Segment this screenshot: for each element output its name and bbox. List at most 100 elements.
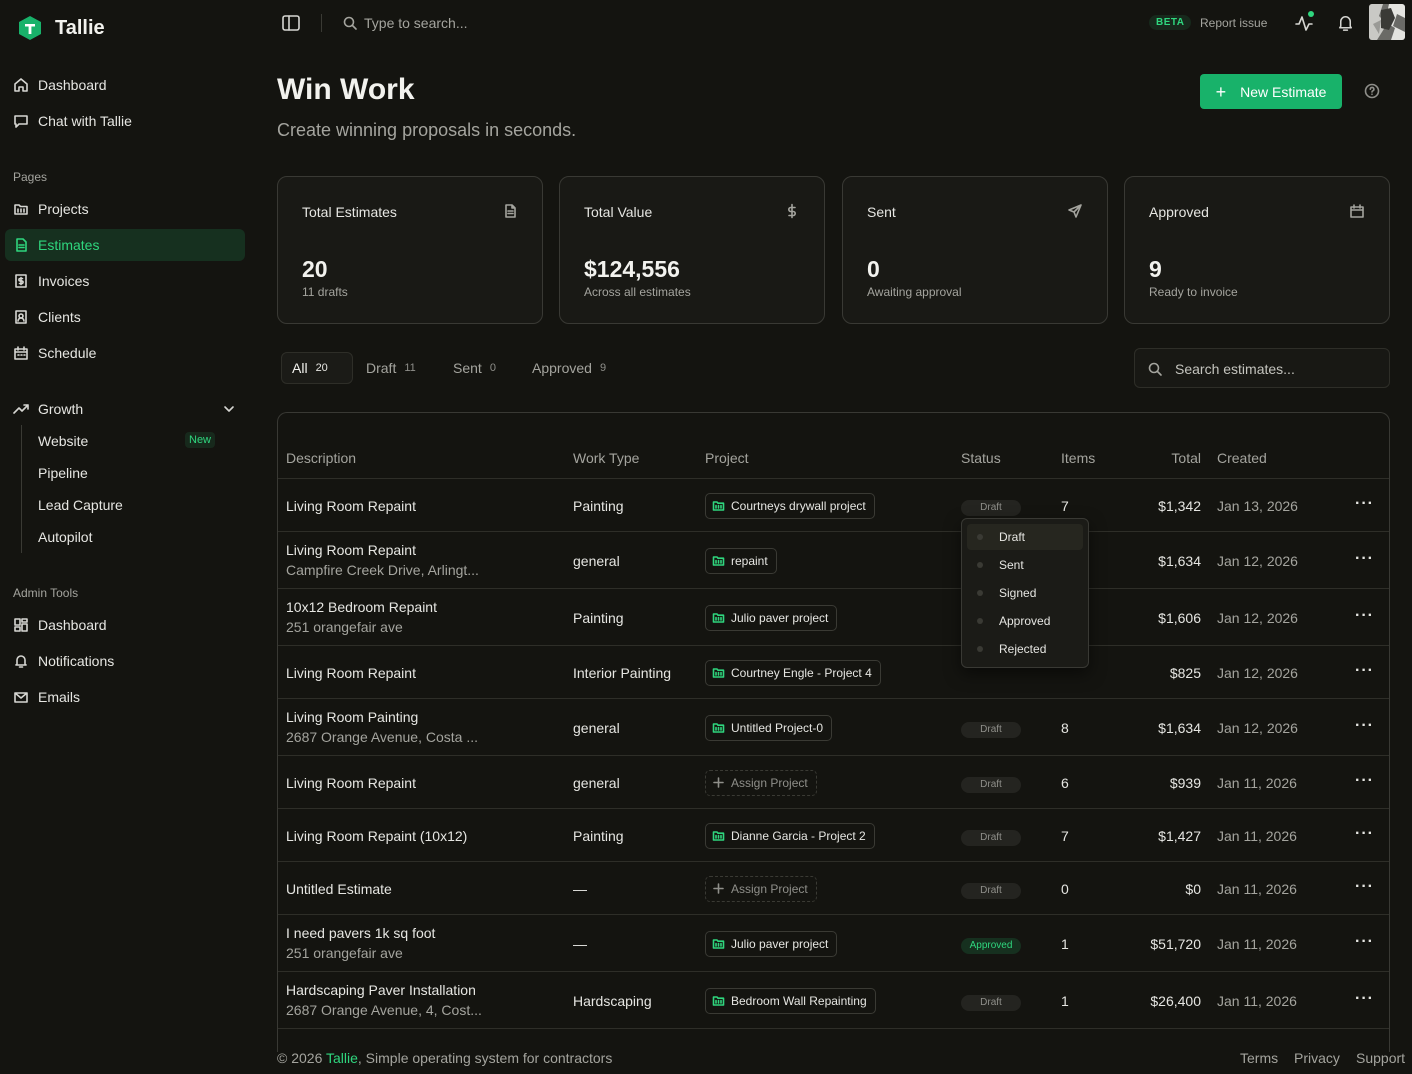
folder-icon xyxy=(13,201,29,217)
status-option-draft[interactable]: Draft xyxy=(967,524,1083,550)
column-header-work-type[interactable]: Work Type xyxy=(573,450,639,466)
status-option-approved[interactable]: Approved xyxy=(967,608,1083,634)
row-total: $939 xyxy=(1169,774,1201,791)
table-row[interactable]: Living Room Painting 2687 Orange Avenue, … xyxy=(278,699,1389,756)
table-row[interactable]: Living Room Repaint Interior Painting Cour… xyxy=(278,646,1389,699)
tab-all[interactable]: All 20 xyxy=(281,352,353,384)
global-search-input[interactable] xyxy=(364,13,644,33)
project-chip[interactable]: Courtney Engle - Project 4 xyxy=(705,659,881,686)
row-actions-icon[interactable]: ··· xyxy=(1355,550,1373,571)
project-chip[interactable]: Untitled Project-0 xyxy=(705,714,833,741)
help-icon[interactable] xyxy=(1364,83,1380,99)
stat-card-approved: Approved 9 Ready to invoice xyxy=(1124,176,1390,324)
notifications-bell-icon[interactable] xyxy=(1336,13,1355,32)
sidebar-item-growth[interactable]: Growth xyxy=(5,393,245,425)
footer-link-terms[interactable]: Terms xyxy=(1240,1050,1278,1066)
table-row[interactable]: I need pavers 1k sq foot 251 orangefair a… xyxy=(278,915,1389,972)
row-actions-icon[interactable]: ··· xyxy=(1355,933,1373,954)
row-address: 2687 Orange Avenue, 4, Cost... xyxy=(286,1001,482,1018)
table-row[interactable]: Untitled Estimate — Assign Project Draft 0 $0… xyxy=(278,862,1389,915)
status-badge[interactable]: Draft xyxy=(961,882,1021,899)
sidebar-item-schedule[interactable]: Schedule xyxy=(5,337,245,369)
status-badge[interactable]: Draft xyxy=(961,499,1021,516)
footer-copyright: © 2026 Tallie, Simple operating system f… xyxy=(277,1050,612,1066)
table-row[interactable]: 10x12 Bedroom Repaint 251 orangefair ave P… xyxy=(278,589,1389,646)
row-description: Hardscaping Paver Installation 2687 Orang… xyxy=(286,982,546,1018)
sidebar-item-website[interactable]: Website xyxy=(38,433,88,449)
beta-badge: BETA xyxy=(1149,15,1192,30)
project-chip[interactable]: Julio paver project xyxy=(705,930,838,957)
sidebar-item-lead-capture[interactable]: Lead Capture xyxy=(38,497,123,513)
column-header-project[interactable]: Project xyxy=(705,450,749,466)
tab-draft[interactable]: Draft 11 xyxy=(356,352,426,384)
status-badge[interactable]: Draft xyxy=(961,721,1021,738)
status-option-rejected[interactable]: Rejected xyxy=(967,636,1083,662)
table-row[interactable]: Living Room Repaint general Assign Project… xyxy=(278,756,1389,809)
row-actions-icon[interactable]: ··· xyxy=(1355,990,1373,1011)
stat-title: Approved xyxy=(1149,204,1209,220)
project-chip[interactable]: Julio paver project xyxy=(705,604,838,631)
row-actions-icon[interactable]: ··· xyxy=(1355,878,1373,899)
row-actions-icon[interactable]: ··· xyxy=(1355,825,1373,846)
brand-name: Tallie xyxy=(55,16,105,39)
user-avatar[interactable] xyxy=(1369,4,1405,40)
status-option-sent[interactable]: Sent xyxy=(967,552,1083,578)
table-row[interactable]: Living Room Repaint (10x12) Painting Diann… xyxy=(278,809,1389,862)
row-actions-icon[interactable]: ··· xyxy=(1355,772,1373,793)
topbar-divider xyxy=(321,14,322,32)
row-actions-icon[interactable]: ··· xyxy=(1355,607,1373,628)
sidebar-item-projects[interactable]: Projects xyxy=(5,193,245,225)
sidebar-item-invoices[interactable]: Invoices xyxy=(5,265,245,297)
sidebar-item-dashboard[interactable]: Dashboard xyxy=(5,69,245,101)
project-chip[interactable]: repaint xyxy=(705,547,777,574)
brand[interactable]: Tallie xyxy=(17,15,105,41)
bell-icon xyxy=(13,653,29,669)
footer-link-support[interactable]: Support xyxy=(1356,1050,1405,1066)
sidebar-item-admin-dashboard[interactable]: Dashboard xyxy=(5,609,245,641)
project-chip[interactable]: Bedroom Wall Repainting xyxy=(705,987,876,1014)
chevron-down-icon[interactable] xyxy=(222,402,236,416)
search-icon xyxy=(1147,361,1163,377)
footer-brand-link[interactable]: Tallie xyxy=(326,1050,358,1066)
status-badge[interactable]: Draft xyxy=(961,776,1021,793)
sidebar-item-pipeline[interactable]: Pipeline xyxy=(38,465,88,481)
activity-indicator-dot xyxy=(1308,11,1314,17)
column-header-description[interactable]: Description xyxy=(286,450,356,466)
column-header-created[interactable]: Created xyxy=(1217,450,1267,466)
footer-link-privacy[interactable]: Privacy xyxy=(1294,1050,1340,1066)
table-row[interactable]: Living Room Repaint Campfire Creek Drive,… xyxy=(278,532,1389,589)
status-badge[interactable]: Draft xyxy=(961,994,1021,1011)
column-header-items[interactable]: Items xyxy=(1061,450,1095,466)
sidebar-item-estimates[interactable]: Estimates xyxy=(5,229,245,261)
sidebar-item-clients[interactable]: Clients xyxy=(5,301,245,333)
new-estimate-button[interactable]: + New Estimate xyxy=(1200,74,1342,109)
row-actions-icon[interactable]: ··· xyxy=(1355,495,1373,516)
row-actions-icon[interactable]: ··· xyxy=(1355,662,1373,683)
footer-tagline: , Simple operating system for contractor… xyxy=(357,1050,613,1066)
column-header-status[interactable]: Status xyxy=(961,450,1001,466)
status-option-signed[interactable]: Signed xyxy=(967,580,1083,606)
sidebar-item-emails[interactable]: Emails xyxy=(5,681,245,713)
search-estimates-input[interactable] xyxy=(1175,359,1375,379)
sidebar-item-chat[interactable]: Chat with Tallie xyxy=(5,105,245,137)
assign-project-button[interactable]: Assign Project xyxy=(705,769,817,796)
chat-icon xyxy=(13,113,29,129)
status-badge[interactable]: Draft xyxy=(961,829,1021,846)
row-description: Living Room Repaint xyxy=(286,665,546,681)
column-header-total[interactable]: Total xyxy=(1138,450,1201,466)
tab-sent[interactable]: Sent 0 xyxy=(443,352,506,384)
assign-project-button[interactable]: Assign Project xyxy=(705,875,817,902)
project-chip[interactable]: Dianne Garcia - Project 2 xyxy=(705,822,875,849)
table-row[interactable]: Hardscaping Paver Installation 2687 Orang… xyxy=(278,972,1389,1029)
table-row[interactable]: Living Room Repaint Painting Courtneys dry… xyxy=(278,479,1389,532)
report-issue-link[interactable]: Report issue xyxy=(1200,16,1267,30)
sidebar-item-label: Dashboard xyxy=(38,617,107,633)
row-actions-icon[interactable]: ··· xyxy=(1355,717,1373,738)
sidebar-item-notifications[interactable]: Notifications xyxy=(5,645,245,677)
sidebar-toggle-icon[interactable] xyxy=(281,13,301,33)
project-chip[interactable]: Courtneys drywall project xyxy=(705,492,875,519)
sidebar-item-autopilot[interactable]: Autopilot xyxy=(38,529,92,545)
row-work-type: Painting xyxy=(573,827,624,844)
status-badge[interactable]: Approved xyxy=(961,937,1021,954)
tab-approved[interactable]: Approved 9 xyxy=(522,352,616,384)
